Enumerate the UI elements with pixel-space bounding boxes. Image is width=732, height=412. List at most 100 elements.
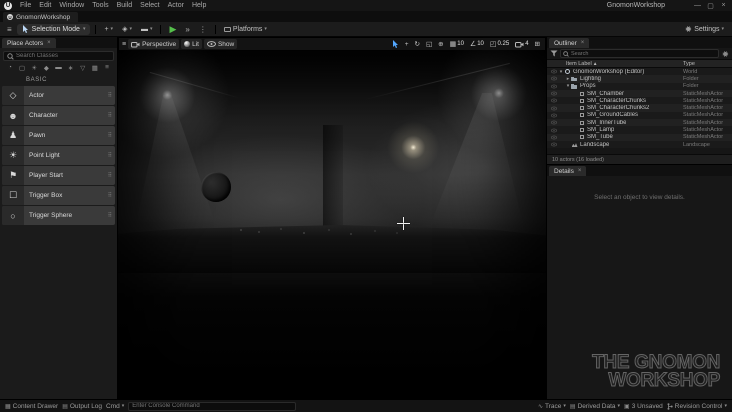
grid-snap-value[interactable]: 10 bbox=[457, 41, 464, 47]
grid-snap-toggle[interactable]: ▦ 10 bbox=[448, 39, 466, 49]
select-tool-button[interactable] bbox=[390, 39, 401, 49]
play-options-kebab-icon[interactable]: ⋮ bbox=[196, 25, 210, 34]
drag-grip-icon[interactable]: ⠿ bbox=[108, 212, 115, 219]
drag-grip-icon[interactable]: ⠿ bbox=[108, 92, 115, 99]
place-actor-item[interactable]: ⚑ Player Start ⠿ bbox=[2, 166, 115, 185]
filter-funnel-icon[interactable] bbox=[550, 50, 558, 57]
rotation-snap-value[interactable]: 10 bbox=[477, 41, 484, 47]
outliner-search[interactable] bbox=[560, 49, 719, 58]
close-icon[interactable]: × bbox=[47, 40, 51, 46]
category-icon[interactable]: ☀ bbox=[29, 64, 39, 72]
output-log-button[interactable]: ▤ Output Log bbox=[62, 403, 102, 410]
drag-grip-icon[interactable]: ⠿ bbox=[108, 132, 115, 139]
place-actor-item[interactable]: ☀ Point Light ⠿ bbox=[2, 146, 115, 165]
frame-skip-button[interactable]: » bbox=[182, 25, 192, 34]
unsaved-indicator[interactable]: ▣ 3 Unsaved bbox=[624, 403, 663, 410]
minimize-button[interactable]: — bbox=[691, 2, 704, 10]
world-coordinate-toggle[interactable]: ⊕ bbox=[436, 39, 445, 49]
viewport-options-hamburger-icon[interactable]: ≡ bbox=[122, 41, 126, 48]
content-drawer-button[interactable]: ▦ Content Drawer bbox=[5, 403, 58, 410]
place-actor-item[interactable]: ☐ Trigger Box ⠿ bbox=[2, 186, 115, 205]
search-classes-input[interactable] bbox=[16, 53, 110, 59]
menu-item[interactable]: Help bbox=[188, 2, 210, 9]
outliner-row[interactable]: GnomonWorkshop (Editor) World bbox=[547, 68, 732, 76]
camera-speed-control[interactable]: 4 bbox=[513, 39, 530, 49]
outliner-settings-gear-icon[interactable] bbox=[721, 50, 729, 58]
outliner-row[interactable]: Landscape Landscape bbox=[547, 140, 732, 149]
cinematics-button[interactable]: ▬ ▾ bbox=[138, 26, 156, 33]
show-dropdown[interactable]: Show bbox=[203, 39, 238, 49]
view-mode-dropdown[interactable]: Lit bbox=[181, 39, 202, 49]
drag-grip-icon[interactable]: ⠿ bbox=[108, 192, 115, 199]
move-tool-button[interactable]: + bbox=[403, 39, 411, 49]
item-label-column-header[interactable]: Item Label ▴ bbox=[566, 61, 596, 67]
category-icon[interactable]: ◔ bbox=[5, 64, 15, 72]
outliner-row[interactable]: SM_GroundCables StaticMeshActor bbox=[547, 111, 732, 120]
trace-dropdown[interactable]: ∿ Trace ▾ bbox=[538, 403, 566, 410]
outliner-tab[interactable]: Outliner × bbox=[549, 38, 590, 48]
cmd-dropdown[interactable]: Cmd ▾ bbox=[106, 403, 124, 410]
outliner-row[interactable]: SM_Tube StaticMeshActor bbox=[547, 133, 732, 141]
revision-control-dropdown[interactable]: Revision Control ▾ bbox=[667, 403, 727, 410]
visibility-eye-icon[interactable] bbox=[549, 142, 558, 147]
category-icon[interactable]: ▦ bbox=[90, 64, 100, 72]
visibility-eye-icon[interactable] bbox=[549, 120, 558, 125]
outliner-row[interactable]: SM_InnerTube StaticMeshActor bbox=[547, 119, 732, 127]
place-actor-item[interactable]: ◇ Actor ⠿ bbox=[2, 86, 115, 105]
category-icon[interactable]: ∗ bbox=[66, 64, 76, 72]
project-tab[interactable]: U GnomonWorkshop bbox=[3, 12, 79, 22]
scale-snap-toggle[interactable]: ◰ 0.25 bbox=[488, 39, 511, 49]
visibility-eye-icon[interactable] bbox=[549, 106, 558, 111]
maximize-button[interactable]: ▢ bbox=[704, 2, 717, 10]
selection-mode-dropdown[interactable]: Selection Mode ▾ bbox=[16, 23, 91, 35]
outliner-row[interactable]: Props Folder bbox=[547, 82, 732, 90]
menu-item[interactable]: Edit bbox=[35, 2, 55, 9]
category-icon[interactable]: ≡ bbox=[102, 64, 112, 72]
play-button[interactable]: ▶ bbox=[166, 24, 179, 34]
drag-grip-icon[interactable]: ⠿ bbox=[108, 152, 115, 159]
visibility-eye-icon[interactable] bbox=[549, 135, 558, 140]
menu-item[interactable]: Tools bbox=[88, 2, 112, 9]
category-icon[interactable]: ◆ bbox=[41, 64, 51, 72]
visibility-eye-icon[interactable] bbox=[549, 98, 558, 103]
details-tab[interactable]: Details × bbox=[549, 166, 587, 176]
place-actor-item[interactable]: ♟ Pawn ⠿ bbox=[2, 126, 115, 145]
drag-grip-icon[interactable]: ⠿ bbox=[108, 172, 115, 179]
menu-item[interactable]: File bbox=[16, 2, 35, 9]
visibility-eye-icon[interactable] bbox=[549, 91, 558, 96]
outliner-row[interactable]: SM_CharacterChunks StaticMeshActor bbox=[547, 97, 732, 105]
outliner-search-input[interactable] bbox=[571, 50, 716, 57]
place-actors-search[interactable] bbox=[3, 51, 114, 61]
outliner-row[interactable]: Lighting Folder bbox=[547, 75, 732, 83]
outliner-row[interactable]: SM_Chamber StaticMeshActor bbox=[547, 89, 732, 98]
toolbar-hamburger-icon[interactable]: ≡ bbox=[5, 25, 14, 34]
place-actor-item[interactable]: ☻ Character ⠿ bbox=[2, 106, 115, 125]
visibility-eye-icon[interactable] bbox=[549, 113, 558, 118]
platforms-dropdown[interactable]: Platforms ▾ bbox=[221, 26, 270, 33]
level-viewport[interactable]: ≡ Perspective Lit Show + ↻ ◱ ⊕ ▦ 10 ∠ 10… bbox=[118, 37, 546, 399]
close-button[interactable]: × bbox=[717, 2, 730, 10]
menu-item[interactable]: Build bbox=[113, 2, 137, 9]
visibility-eye-icon[interactable] bbox=[549, 84, 558, 89]
menu-item[interactable]: Window bbox=[55, 2, 88, 9]
place-actor-item[interactable]: ○ Trigger Sphere ⠿ bbox=[2, 206, 115, 225]
type-column-header[interactable]: Type bbox=[683, 61, 695, 67]
scale-snap-value[interactable]: 0.25 bbox=[498, 41, 510, 47]
close-icon[interactable]: × bbox=[578, 168, 582, 174]
derived-data-dropdown[interactable]: ▤ Derived Data ▾ bbox=[570, 403, 620, 410]
perspective-dropdown[interactable]: Perspective bbox=[128, 39, 180, 49]
add-actor-button[interactable]: + ▾ bbox=[101, 26, 116, 33]
visibility-eye-icon[interactable] bbox=[549, 69, 558, 74]
console-command-input[interactable] bbox=[132, 403, 293, 409]
console-command-box[interactable] bbox=[128, 401, 297, 411]
drag-grip-icon[interactable]: ⠿ bbox=[108, 112, 115, 119]
close-icon[interactable]: × bbox=[581, 40, 585, 46]
visibility-eye-icon[interactable] bbox=[549, 128, 558, 133]
outliner-row[interactable]: SM_CharacterChunks2 StaticMeshActor bbox=[547, 104, 732, 112]
place-actors-tab[interactable]: Place Actors × bbox=[2, 38, 56, 48]
scale-tool-button[interactable]: ◱ bbox=[424, 39, 434, 49]
menu-item[interactable]: Select bbox=[136, 2, 163, 9]
settings-dropdown[interactable]: Settings ▾ bbox=[681, 25, 727, 33]
camera-speed-value[interactable]: 4 bbox=[525, 41, 528, 47]
category-icon[interactable]: ▬ bbox=[54, 64, 64, 72]
